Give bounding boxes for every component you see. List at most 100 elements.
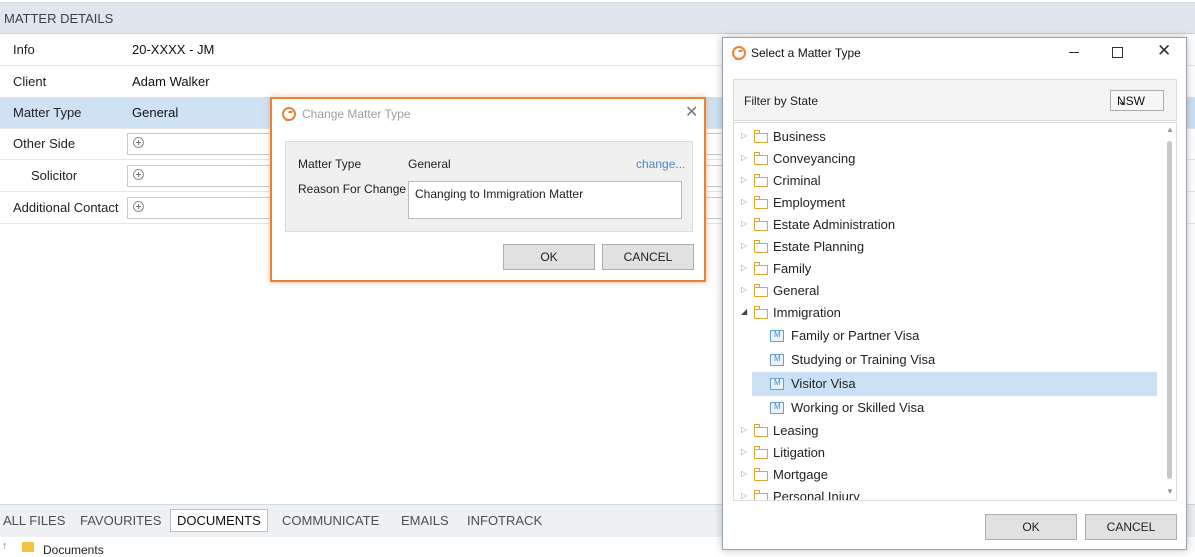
state-select[interactable]: NSW ⌄ (1110, 90, 1164, 111)
scroll-down-icon[interactable]: ▼ (1166, 487, 1174, 496)
tree-node-label: Mortgage (773, 467, 828, 482)
expand-arrow-icon[interactable]: ▷ (741, 447, 747, 456)
tree-node-label: Studying or Training Visa (791, 352, 936, 367)
tree-node-conveyancing[interactable]: ▷ Conveyancing (734, 148, 1160, 170)
up-arrow-icon[interactable]: ↑ (2, 540, 8, 552)
expand-arrow-icon[interactable]: ▷ (741, 153, 747, 162)
tree-node-family-or-partner-visa[interactable]: Family or Partner Visa (734, 325, 1160, 347)
info-label: Info (13, 42, 35, 57)
solicitor-label: Solicitor (31, 168, 78, 183)
matter-type-icon (770, 354, 784, 366)
tree-node-criminal[interactable]: ▷ Criminal (734, 170, 1160, 192)
ok-button[interactable]: OK (985, 514, 1077, 540)
cancel-button[interactable]: CANCEL (1085, 514, 1177, 540)
scroll-up-icon[interactable]: ▲ (1166, 125, 1174, 134)
tree-node-label: Litigation (773, 445, 826, 460)
select-matter-type-window: Select a Matter Type ✕ Filter by State N… (722, 37, 1187, 550)
tree-node-working-or-skilled-visa[interactable]: Working or Skilled Visa (734, 397, 1160, 419)
tab-infotrack[interactable]: INFOTRACK (467, 513, 542, 528)
matter-type-tree: ▷ Business ▷ Conveyancing ▷ Criminal ▷ E… (733, 122, 1177, 501)
reason-input[interactable]: Changing to Immigration Matter (408, 181, 682, 219)
folder-icon (754, 218, 768, 231)
tree-node-label: Leasing (773, 423, 819, 438)
matter-type-icon (770, 378, 784, 390)
matter-type-value: General (408, 157, 451, 171)
folder-icon (754, 490, 768, 500)
tree-node-business[interactable]: ▷ Business (734, 126, 1160, 148)
tree-node-label: Estate Planning (773, 239, 865, 254)
change-link[interactable]: change... (636, 157, 685, 171)
expand-arrow-icon[interactable]: ▷ (741, 175, 747, 184)
tree-node-label: Working or Skilled Visa (791, 400, 925, 415)
tree-node-general[interactable]: ▷ General (734, 280, 1160, 302)
tree-node-label: Conveyancing (773, 151, 856, 166)
expand-arrow-icon[interactable]: ▷ (741, 219, 747, 228)
documents-folder-row[interactable]: ↑ Documents (0, 537, 720, 557)
folder-icon (754, 446, 768, 459)
tree-node-employment[interactable]: ▷ Employment (734, 192, 1160, 214)
matter-type-value[interactable]: General (132, 105, 178, 120)
expand-arrow-icon[interactable]: ▷ (741, 425, 747, 434)
folder-icon (754, 196, 768, 209)
tab-all-files[interactable]: ALL FILES (3, 513, 65, 528)
additional-contact-label: Additional Contact (13, 200, 119, 215)
tab-favourites[interactable]: FAVOURITES (80, 513, 161, 528)
tree-node-label: Personal Injury (773, 489, 860, 501)
tree-node-label: Employment (773, 195, 846, 210)
tree-node-litigation[interactable]: ▷ Litigation (734, 442, 1160, 464)
tree-node-label: Family (773, 261, 812, 276)
matter-details-title: MATTER DETAILS (4, 11, 114, 26)
minimize-icon[interactable] (1069, 52, 1079, 53)
matter-type-icon (770, 330, 784, 342)
tab-communicate[interactable]: COMMUNICATE (282, 513, 379, 528)
tree-node-personal-injury[interactable]: ▷ Personal Injury (734, 486, 1160, 501)
maximize-icon[interactable] (1112, 47, 1123, 58)
add-icon[interactable] (133, 137, 144, 148)
add-icon[interactable] (133, 201, 144, 212)
tree-node-immigration[interactable]: ◢ Immigration (734, 302, 1160, 324)
tree-node-estate-planning[interactable]: ▷ Estate Planning (734, 236, 1160, 258)
close-icon[interactable]: ✕ (685, 105, 698, 121)
folder-icon (754, 424, 768, 437)
folder-icon (754, 284, 768, 297)
ok-button[interactable]: OK (503, 244, 595, 270)
scrollbar-thumb[interactable] (1167, 141, 1172, 479)
tree-node-label: Criminal (773, 173, 821, 188)
tree-node-label: Family or Partner Visa (791, 328, 920, 343)
tree-node-label: Estate Administration (773, 217, 896, 232)
info-value: 20-XXXX - JM (132, 42, 215, 57)
add-icon[interactable] (133, 169, 144, 180)
tree-node-leasing[interactable]: ▷ Leasing (734, 420, 1160, 442)
client-value[interactable]: Adam Walker (132, 74, 210, 89)
expand-arrow-icon[interactable]: ▷ (741, 197, 747, 206)
cancel-button[interactable]: CANCEL (602, 244, 694, 270)
folder-icon (754, 174, 768, 187)
expand-arrow-icon[interactable]: ▷ (741, 241, 747, 250)
folder-icon (754, 306, 768, 319)
matter-type-label: Matter Type (13, 105, 82, 120)
collapse-arrow-icon[interactable]: ◢ (741, 307, 747, 316)
matter-details-header: MATTER DETAILS (0, 2, 1195, 34)
tab-emails[interactable]: EMAILS (401, 513, 449, 528)
tree-node-studying-or-training-visa[interactable]: Studying or Training Visa (734, 349, 1160, 371)
dialog-body: Matter Type General change... Reason For… (285, 141, 693, 232)
expand-arrow-icon[interactable]: ▷ (741, 131, 747, 140)
folder-icon (754, 468, 768, 481)
window-title: Select a Matter Type (751, 46, 861, 60)
close-icon[interactable]: ✕ (1157, 42, 1171, 59)
folder-icon (754, 130, 768, 143)
expand-arrow-icon[interactable]: ▷ (741, 491, 747, 500)
tab-documents[interactable]: DOCUMENTS (170, 509, 268, 532)
expand-arrow-icon[interactable]: ▷ (741, 285, 747, 294)
tree-node-estate-administration[interactable]: ▷ Estate Administration (734, 214, 1160, 236)
tree-node-visitor-visa[interactable]: Visitor Visa (752, 372, 1157, 396)
tree-node-label: General (773, 283, 820, 298)
filter-label: Filter by State (744, 94, 819, 108)
folder-icon (22, 542, 34, 552)
filter-bar: Filter by State NSW ⌄ (733, 79, 1177, 121)
expand-arrow-icon[interactable]: ▷ (741, 263, 747, 272)
tree-node-mortgage[interactable]: ▷ Mortgage (734, 464, 1160, 486)
tree-node-family[interactable]: ▷ Family (734, 258, 1160, 280)
expand-arrow-icon[interactable]: ▷ (741, 469, 747, 478)
matter-type-icon (770, 402, 784, 414)
